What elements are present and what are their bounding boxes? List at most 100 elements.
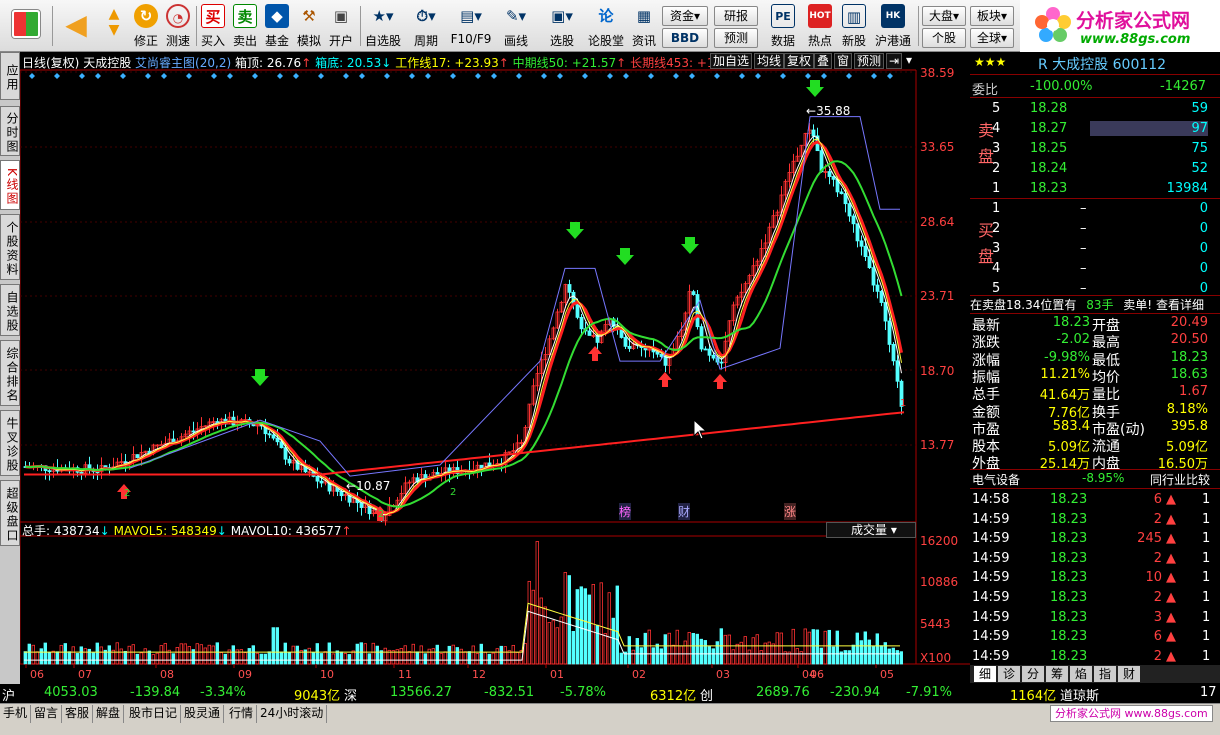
forecast-button[interactable]: 预测 xyxy=(854,53,885,69)
kline-chart-svg[interactable]: 2221 06 07 08 09 10 11 12 01 02 03 04 0506 xyxy=(20,52,970,684)
price-tick: 23.71 xyxy=(920,289,955,303)
tab-super-depth[interactable]: 超级盘口 xyxy=(0,480,20,546)
cy-index-label: 创 xyxy=(700,689,714,704)
volume-header: 总手: 438734↓ MAVOL5: 548349↓ MAVOL10: 436… xyxy=(22,522,352,538)
hk-connect-button[interactable]: HK 沪港通 xyxy=(872,2,914,50)
fund-button[interactable]: ◆ 基金 xyxy=(262,2,292,50)
open-account-button[interactable]: ▣ 开户 xyxy=(326,2,356,50)
f10-button[interactable]: ▤▾ F10/F9 xyxy=(448,2,494,50)
simulate-button[interactable]: ⚒ 模拟 xyxy=(294,2,324,50)
newstock-icon: ▥ xyxy=(842,4,866,28)
volume-bar xyxy=(315,643,319,665)
dropdown-icon[interactable]: ▾ xyxy=(904,53,914,69)
event-bang-marker[interactable]: 榜 xyxy=(619,503,632,520)
buy-price: – xyxy=(1080,201,1087,216)
newstock-button[interactable]: ▥ 新股 xyxy=(838,2,870,50)
buy-button[interactable]: 买买入 xyxy=(198,2,228,50)
tick-price: 18.23 xyxy=(1050,550,1088,566)
candle-body xyxy=(887,320,892,345)
quote-tab[interactable]: 筹 xyxy=(1046,666,1068,682)
tab-stock-profile[interactable]: 个股资料 xyxy=(0,214,20,280)
tab-watchlist[interactable]: 自选股 xyxy=(0,284,20,336)
cy-index-amount: 1164亿 xyxy=(1010,689,1057,704)
quote-tab[interactable]: 指 xyxy=(1094,666,1116,682)
add-watchlist-button[interactable]: 加自选 xyxy=(710,53,753,69)
forecast-button[interactable]: 预测 xyxy=(714,28,758,48)
sell-label: 卖出 xyxy=(232,34,257,48)
volume-bar xyxy=(47,651,51,665)
sell-button[interactable]: 卖卖出 xyxy=(230,2,260,50)
event-rise-marker[interactable]: 涨 xyxy=(784,503,797,520)
forum-button[interactable]: 论论股堂 xyxy=(586,2,626,50)
status-lingtong[interactable]: 股灵通 xyxy=(181,705,225,723)
status-quotes[interactable]: 行情 xyxy=(226,705,258,723)
sector-compare-link[interactable]: 同行业比较 xyxy=(1150,471,1210,488)
sector-name[interactable]: 电气设备 xyxy=(972,471,1020,488)
quote-tab[interactable]: 焰 xyxy=(1070,666,1092,682)
period-button[interactable]: ⏱▾ 周期 xyxy=(406,2,446,50)
adjust-button[interactable]: 复权 xyxy=(784,53,815,69)
status-analysis[interactable]: 解盘 xyxy=(93,705,125,723)
info-button[interactable]: ▦ 资讯 xyxy=(628,2,660,50)
volume-bar xyxy=(247,648,251,665)
volume-unit: X100 xyxy=(920,651,952,665)
candle-body xyxy=(895,360,900,382)
bbd-button[interactable]: BBD xyxy=(662,28,708,48)
stock-button[interactable]: 个股 xyxy=(922,28,966,48)
status-mobile[interactable]: 手机 xyxy=(0,705,32,723)
tab-diagnose[interactable]: 牛叉诊股 xyxy=(0,410,20,476)
status-logo[interactable]: 分析家公式网 www.88gs.com xyxy=(1050,705,1213,722)
quote-tab[interactable]: 诊 xyxy=(998,666,1020,682)
stat-value: 1.67 xyxy=(1179,384,1208,400)
research-button[interactable]: 研报 xyxy=(714,6,758,26)
x-label: 11 xyxy=(398,668,412,681)
volume-bar xyxy=(827,629,831,665)
indicator-name[interactable]: 艾尚睿主图(20,2) xyxy=(135,56,231,70)
window-button[interactable]: 窗 xyxy=(834,53,853,69)
sector-button[interactable]: 板块▾ xyxy=(970,6,1014,26)
speedtest-button[interactable]: ◔ 测速 xyxy=(162,2,194,50)
depth-notice[interactable]: 在卖盘18.34位置有 83手 卖单! 查看详细 xyxy=(970,296,1220,313)
watchlist-button[interactable]: ★▾ 自选股 xyxy=(362,2,404,50)
data-button[interactable]: PE 数据 xyxy=(764,2,802,50)
capital-button[interactable]: 资金▾ xyxy=(662,6,708,26)
event-finance-marker[interactable]: 财 xyxy=(678,503,691,520)
status-bar: 手机 留言 客服 解盘 股市日记 股灵通 行情 24小时滚动 分析家公式网 ww… xyxy=(0,703,1220,723)
buy-volume: 0 xyxy=(1199,241,1208,256)
quote-tab[interactable]: 分 xyxy=(1022,666,1044,682)
quote-tab[interactable]: 财 xyxy=(1118,666,1140,682)
status-service[interactable]: 客服 xyxy=(62,705,94,723)
arrow-up-icon: ▲ xyxy=(1166,609,1176,625)
status-diary[interactable]: 股市日记 xyxy=(126,705,182,723)
status-news-scroll[interactable]: 24小时滚动 xyxy=(257,705,328,723)
refresh-button[interactable]: ↻ 修正 xyxy=(130,2,162,50)
volume-bar xyxy=(171,653,175,665)
layout-button[interactable] xyxy=(4,2,48,50)
stat-value: 20.49 xyxy=(1170,315,1208,330)
depth-detail-link[interactable]: 查看详细 xyxy=(1156,298,1204,312)
signal-number: 2 xyxy=(450,487,456,498)
draw-button[interactable]: ✎▾ 画线 xyxy=(496,2,536,50)
global-button[interactable]: 全球▾ xyxy=(970,28,1014,48)
buy-label: 买入 xyxy=(200,34,225,48)
tab-app[interactable]: 应用 xyxy=(0,52,20,100)
expand-icon[interactable]: ⇥ xyxy=(886,53,903,69)
kline-chart-panel[interactable]: 2221 06 07 08 09 10 11 12 01 02 03 04 05 06 日线(复权) 天… xyxy=(20,52,970,684)
hot-button[interactable]: HOT 热点 xyxy=(804,2,836,50)
quote-tab[interactable]: 细 xyxy=(974,666,996,682)
tab-ranking[interactable]: 综合排名 xyxy=(0,340,20,406)
back-button[interactable]: ◀ xyxy=(56,2,96,50)
volume-bar xyxy=(587,594,591,665)
pick-button[interactable]: ▣▾ 选股 xyxy=(540,2,584,50)
status-message[interactable]: 留言 xyxy=(31,705,63,723)
tab-kline[interactable]: K线图 xyxy=(0,160,20,210)
market-button[interactable]: 大盘▾ xyxy=(922,6,966,26)
indicator-select[interactable]: 成交量 ▾ xyxy=(826,522,916,538)
overlay-button[interactable]: 叠 xyxy=(814,53,833,69)
ma-button[interactable]: 均线 xyxy=(754,53,785,69)
tab-intraday[interactable]: 分时图 xyxy=(0,106,20,156)
period-label: 日线(复权) xyxy=(22,56,80,70)
mid-line-value: 中期线50: +21.57 xyxy=(512,56,617,70)
volume-bar xyxy=(287,652,291,665)
up-down-button[interactable]: ▲ ▼ xyxy=(100,2,128,50)
